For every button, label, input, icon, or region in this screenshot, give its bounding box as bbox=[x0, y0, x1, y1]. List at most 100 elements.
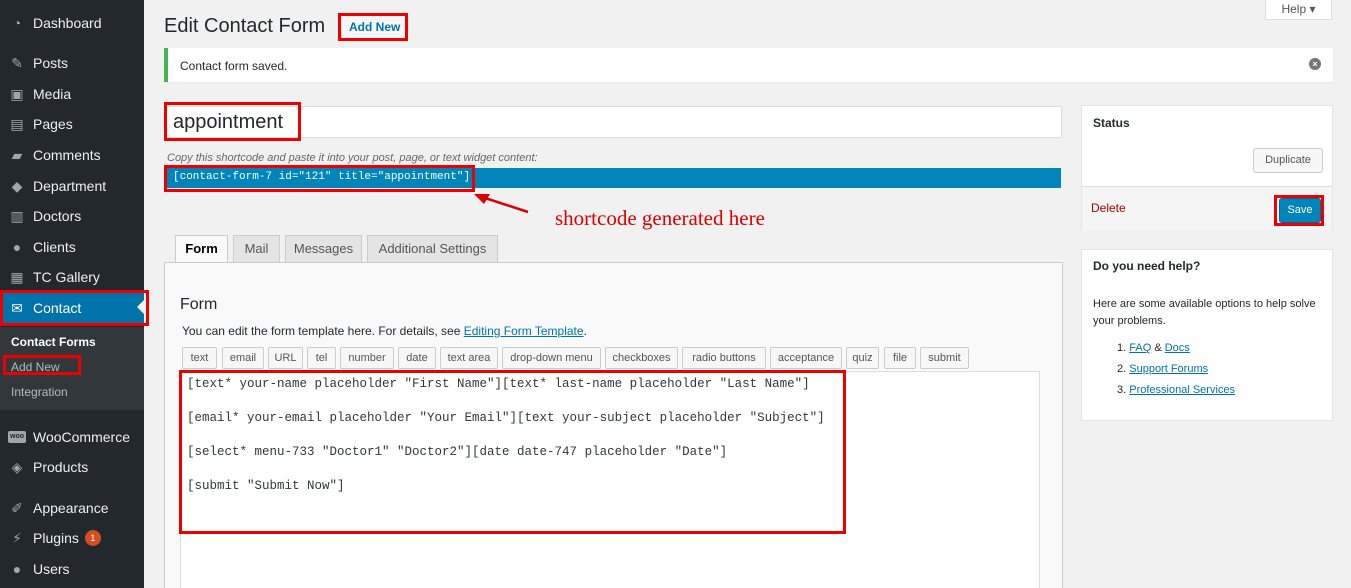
code-line: [select* menu-733 "Doctor1" "Doctor2"][d… bbox=[187, 445, 728, 459]
delete-link[interactable]: Delete bbox=[1091, 201, 1126, 215]
add-new-button[interactable]: Add New bbox=[342, 16, 408, 38]
help-list-item: 1. FAQ & Docs bbox=[1117, 342, 1190, 354]
admin-sidebar: ◔ Dashboard ✎ Posts ▣ Media ▤ Pages ▰ Co… bbox=[0, 0, 144, 588]
annotation-arrow-icon bbox=[474, 194, 529, 214]
user-icon: ● bbox=[12, 239, 22, 255]
help-list-item: 3. Professional Services bbox=[1117, 384, 1235, 396]
panel-description: You can edit the form template here. For… bbox=[182, 324, 587, 338]
submenu-add-new[interactable]: Add New bbox=[11, 360, 60, 374]
tag-button-quiz[interactable]: quiz bbox=[846, 347, 879, 369]
gallery-icon: ▦ bbox=[10, 268, 24, 285]
sidebar-item-department[interactable]: ◆ Department bbox=[0, 171, 144, 201]
sidebar-item-appearance[interactable]: ✐ Appearance bbox=[0, 493, 144, 523]
page-title: Edit Contact Form bbox=[164, 15, 326, 37]
help-title: Do you need help? bbox=[1093, 259, 1201, 273]
brush-icon: ✐ bbox=[11, 499, 23, 516]
editing-form-template-link[interactable]: Editing Form Template bbox=[464, 324, 584, 338]
sidebar-item-label: Doctors bbox=[33, 208, 82, 224]
sidebar-item-label: TC Gallery bbox=[33, 269, 100, 285]
sidebar-item-doctors[interactable]: ▥ Doctors bbox=[0, 201, 144, 231]
shortcode-text[interactable]: [contact-form-7 id="121" title="appointm… bbox=[173, 171, 470, 183]
tag-button-email[interactable]: email bbox=[222, 347, 264, 369]
tab-messages[interactable]: Messages bbox=[285, 235, 362, 263]
box-icon: ◈ bbox=[11, 458, 23, 475]
sidebar-item-plugins[interactable]: ⚡ Plugins 1 bbox=[0, 523, 144, 553]
sidebar-item-label: Users bbox=[33, 561, 70, 577]
sidebar-item-label: Contact bbox=[33, 300, 82, 316]
contact-submenu: Contact Forms Add New Integration bbox=[0, 327, 144, 410]
status-title: Status bbox=[1093, 116, 1130, 130]
comments-icon: ▰ bbox=[11, 146, 23, 163]
plugins-update-badge: 1 bbox=[84, 530, 101, 546]
sidebar-item-products[interactable]: ◈ Products bbox=[0, 452, 144, 482]
media-icon: ▣ bbox=[10, 85, 24, 102]
support-forums-link[interactable]: Support Forums bbox=[1129, 363, 1208, 375]
description-text: You can edit the form template here. For… bbox=[182, 324, 464, 338]
sidebar-item-label: Products bbox=[33, 459, 89, 475]
tag-button-text[interactable]: text bbox=[182, 347, 217, 369]
list-number: 2. bbox=[1117, 363, 1127, 375]
sidebar-item-label: Media bbox=[33, 86, 72, 102]
annotation-text: shortcode generated here bbox=[555, 206, 765, 230]
woocommerce-icon: woo bbox=[8, 431, 26, 443]
tag-button-file[interactable]: file bbox=[884, 347, 916, 369]
sidebar-item-pages[interactable]: ▤ Pages bbox=[0, 109, 144, 139]
duplicate-button[interactable]: Duplicate bbox=[1253, 148, 1323, 173]
tag-button-date[interactable]: date bbox=[398, 347, 436, 369]
sidebar-item-label: Posts bbox=[33, 55, 69, 71]
status-actions: Delete Save bbox=[1082, 186, 1332, 230]
sidebar-item-tc-gallery[interactable]: ▦ TC Gallery bbox=[0, 262, 144, 292]
dashboard-icon: ◔ bbox=[12, 15, 22, 31]
tag-button-tel[interactable]: tel bbox=[307, 347, 336, 369]
sidebar-item-label: Appearance bbox=[33, 500, 109, 516]
sidebar-item-users[interactable]: ● Users bbox=[0, 554, 144, 584]
tag-button-radio-buttons[interactable]: radio buttons bbox=[682, 347, 766, 369]
form-template-editor[interactable]: [text* your-name placeholder "First Name… bbox=[180, 371, 1040, 588]
tab-form[interactable]: Form bbox=[175, 235, 228, 264]
sidebar-item-label: Comments bbox=[33, 147, 101, 163]
faq-link[interactable]: FAQ bbox=[1129, 342, 1151, 354]
docs-link[interactable]: Docs bbox=[1165, 342, 1190, 354]
shortcode-hint: Copy this shortcode and paste it into yo… bbox=[167, 152, 538, 164]
sidebar-item-contact[interactable]: ✉ Contact bbox=[0, 292, 144, 324]
tab-additional-settings[interactable]: Additional Settings bbox=[367, 235, 498, 263]
sidebar-item-comments[interactable]: ▰ Comments bbox=[0, 140, 144, 170]
help-list-item: 2. Support Forums bbox=[1117, 363, 1208, 375]
sidebar-item-media[interactable]: ▣ Media bbox=[0, 79, 144, 109]
tag-button-url[interactable]: URL bbox=[268, 347, 303, 369]
sidebar-item-label: Plugins bbox=[33, 530, 79, 546]
tag-button-checkboxes[interactable]: checkboxes bbox=[605, 347, 678, 369]
building-icon: ▥ bbox=[10, 207, 24, 224]
plugin-icon: ⚡ bbox=[12, 529, 22, 546]
dismiss-icon[interactable]: × bbox=[1309, 58, 1321, 70]
professional-services-link[interactable]: Professional Services bbox=[1129, 384, 1235, 396]
tag-button-text-area[interactable]: text area bbox=[440, 347, 498, 369]
sidebar-item-dashboard[interactable]: ◔ Dashboard bbox=[0, 8, 144, 38]
help-box: Do you need help? Here are some availabl… bbox=[1081, 249, 1333, 421]
help-tab-button[interactable]: Help ▾ bbox=[1265, 0, 1332, 20]
save-button[interactable]: Save bbox=[1279, 198, 1321, 223]
caret-down-icon: ▾ bbox=[1309, 2, 1316, 16]
ampersand: & bbox=[1151, 342, 1165, 354]
success-notice: Contact form saved. × bbox=[164, 48, 1333, 82]
pages-icon: ▤ bbox=[10, 115, 24, 132]
form-title-input[interactable] bbox=[164, 106, 1062, 138]
tag-icon: ◆ bbox=[11, 177, 23, 194]
tag-button-acceptance[interactable]: acceptance bbox=[770, 347, 842, 369]
notice-text: Contact form saved. bbox=[180, 59, 288, 73]
tab-mail[interactable]: Mail bbox=[233, 235, 280, 263]
submenu-integration[interactable]: Integration bbox=[11, 385, 68, 399]
submenu-contact-forms[interactable]: Contact Forms bbox=[11, 335, 96, 349]
tag-button-drop-down-menu[interactable]: drop-down menu bbox=[502, 347, 601, 369]
tag-button-number[interactable]: number bbox=[340, 347, 394, 369]
pin-icon: ✎ bbox=[11, 54, 23, 71]
status-box: Status Duplicate Delete Save bbox=[1081, 105, 1333, 230]
sidebar-item-clients[interactable]: ● Clients bbox=[0, 232, 144, 262]
description-suffix: . bbox=[583, 324, 587, 338]
sidebar-item-woocommerce[interactable]: woo WooCommerce bbox=[0, 422, 144, 452]
tag-button-submit[interactable]: submit bbox=[920, 347, 969, 369]
shortcode-field[interactable]: [contact-form-7 id="121" title="appointm… bbox=[164, 168, 1061, 188]
sidebar-item-posts[interactable]: ✎ Posts bbox=[0, 48, 144, 78]
form-panel: Form You can edit the form template here… bbox=[164, 262, 1063, 588]
sidebar-item-label: Department bbox=[33, 178, 107, 194]
